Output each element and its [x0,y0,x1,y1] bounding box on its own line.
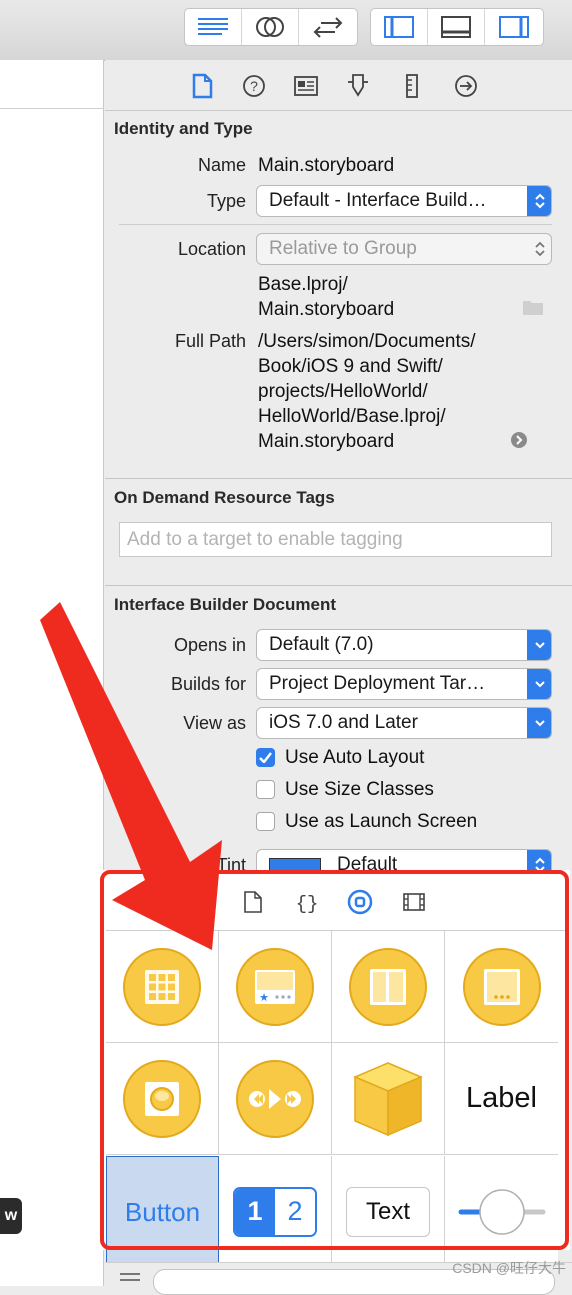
tags-field[interactable]: Add to a target to enable tagging [119,522,552,557]
identity-inspector-icon[interactable] [293,73,319,99]
full-path-label: Full Path [174,331,246,351]
editor-canvas[interactable]: w [0,60,104,1286]
builds-for-value: Project Deployment Tar… [269,673,486,694]
chevron-down-icon [527,708,551,738]
opens-in-value: Default (7.0) [269,634,374,655]
quick-help-icon[interactable]: ? [241,73,267,99]
version-editor-icon[interactable] [299,9,356,45]
view-toggle-control[interactable] [370,8,544,46]
type-popup[interactable]: Default - Interface Build… [256,185,552,217]
full-path-line: Main.storyboard [258,431,395,452]
location-label: Location [177,239,246,259]
connections-inspector-icon[interactable] [453,73,479,99]
debug-area-toggle-icon[interactable] [428,9,485,45]
canvas-badge-text: w [4,1207,18,1224]
popup-stepper-icon [527,234,551,264]
size-classes-checkbox[interactable] [256,780,275,799]
attributes-inspector-icon[interactable] [345,73,371,99]
auto-layout-checkbox[interactable] [256,748,275,767]
reveal-in-finder-icon[interactable] [510,431,528,454]
launch-screen-checkbox[interactable] [256,812,275,831]
file-inspector-icon[interactable] [189,73,215,99]
canvas-badge[interactable]: w [0,1198,22,1234]
auto-layout-label: Use Auto Layout [285,747,425,768]
location-popup[interactable]: Relative to Group [256,233,552,265]
size-classes-label: Use Size Classes [285,779,434,800]
full-path-line: /Users/simon/Documents/ [258,331,476,352]
name-value[interactable]: Main.storyboard [258,153,394,178]
utilities-toggle-icon[interactable] [485,9,542,45]
view-as-label: View as [183,713,246,733]
view-as-popup[interactable]: iOS 7.0 and Later [256,707,552,739]
opens-in-label: Opens in [173,635,246,655]
folder-icon[interactable] [522,298,544,321]
svg-text:?: ? [250,78,258,94]
popup-stepper-icon [527,186,551,216]
full-path-line: HelloWorld/Base.lproj/ [258,406,446,427]
chevron-down-icon [527,669,551,699]
tags-placeholder: Add to a target to enable tagging [127,529,403,550]
location-path-line-1: Base.lproj/ [258,274,348,295]
window-toolbar [0,0,572,61]
standard-editor-icon[interactable] [185,9,242,45]
type-popup-value: Default - Interface Build… [269,190,487,211]
full-path-line: Book/iOS 9 and Swift/ [258,356,443,377]
list-view-icon[interactable] [119,1271,141,1290]
section-divider [105,478,572,479]
launch-screen-label: Use as Launch Screen [285,811,478,832]
watermark: CSDN @旺仔大牛 [452,1260,566,1276]
type-label: Type [206,191,246,211]
name-label: Name [197,155,246,175]
ib-document-section-title: Interface Builder Document [114,595,336,614]
full-path-line: projects/HelloWorld/ [258,381,428,402]
assistant-editor-icon[interactable] [242,9,299,45]
opens-in-popup[interactable]: Default (7.0) [256,629,552,661]
annotation-highlight-box [100,870,569,1250]
navigator-toggle-icon[interactable] [371,9,428,45]
location-popup-value: Relative to Group [269,238,417,259]
builds-for-label: Builds for [170,674,246,694]
location-path-line-2: Main.storyboard [258,299,395,320]
divider [119,224,552,225]
identity-section-title: Identity and Type [114,119,253,138]
on-demand-section-title: On Demand Resource Tags [114,488,335,507]
section-divider [105,585,572,586]
chevron-down-icon [527,630,551,660]
editor-mode-control[interactable] [184,8,358,46]
view-as-value: iOS 7.0 and Later [269,712,418,733]
builds-for-popup[interactable]: Project Deployment Tar… [256,668,552,700]
size-inspector-icon[interactable] [399,73,425,99]
inspector-tab-bar: ? [105,60,572,111]
